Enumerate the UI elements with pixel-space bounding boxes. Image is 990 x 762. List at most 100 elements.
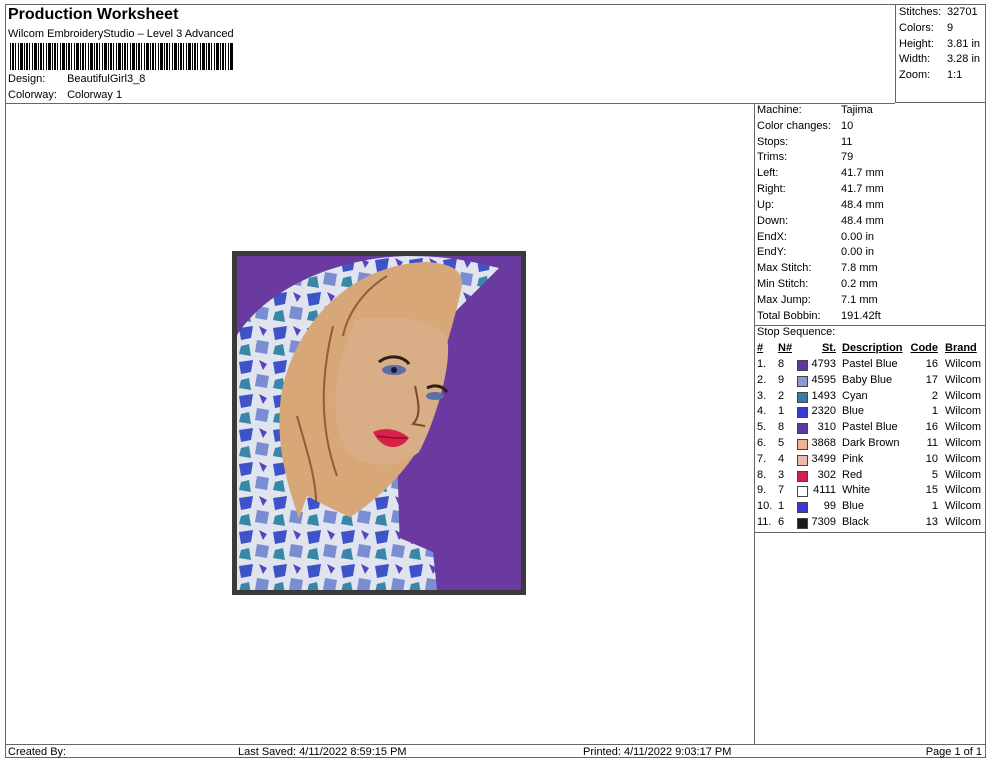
worksheet-header: Production Worksheet Wilcom EmbroiderySt… (6, 5, 895, 104)
machine-label: Right: (757, 183, 786, 195)
row-code: 11 (926, 437, 938, 449)
row-brand: Wilcom (945, 484, 982, 497)
color-swatch (797, 375, 808, 387)
row-brand: Wilcom (945, 358, 982, 370)
color-swatch (797, 486, 808, 498)
worksheet-footer: Created By: Last Saved: 4/11/2022 8:59:1… (6, 744, 985, 759)
machine-label: Left: (757, 167, 779, 179)
machine-row: Min Stitch: 0.2 mm (757, 278, 878, 290)
machine-label: Min Stitch: (757, 278, 809, 290)
row-num: 4. (757, 405, 767, 418)
row-stitches: 4793 (811, 358, 836, 370)
machine-row: Machine: Tajima (757, 104, 873, 116)
row-code: 10 (925, 452, 938, 465)
row-brand: Wilcom (945, 516, 982, 528)
stop-sequence-row: 7. 4 3499 Pink 10 Wilcom (754, 453, 985, 469)
color-swatch (797, 454, 808, 466)
machine-label: EndX: (757, 231, 787, 243)
row-num: 8. (757, 468, 767, 481)
summary-row: Colors: 9 (899, 22, 953, 34)
machine-row: Max Stitch: 7.8 mm (757, 262, 878, 274)
col-num: # (757, 342, 764, 354)
row-stitches: 7309 (811, 516, 836, 528)
software-name: Wilcom EmbroideryStudio – Level 3 Advanc… (8, 28, 234, 40)
printed-date: Printed: 4/11/2022 9:03:17 PM (583, 746, 732, 758)
summary-value: 1:1 (947, 69, 963, 81)
row-brand: Wilcom (945, 389, 982, 402)
stop-sequence-row: 9. 7 4111 White 15 Wilcom (754, 484, 985, 500)
row-brand: Wilcom (945, 452, 982, 465)
row-stitches: 3868 (811, 437, 836, 449)
col-stitches: St. (821, 342, 836, 354)
machine-value: 7.1 mm (841, 294, 878, 306)
color-swatch (797, 439, 808, 450)
worksheet-frame: Production Worksheet Wilcom EmbroiderySt… (5, 4, 986, 758)
row-stitches: 99 (823, 500, 836, 513)
stop-sequence-row: 8. 3 302 Red 5 Wilcom (754, 469, 985, 485)
color-swatch (797, 407, 808, 419)
summary-label: Colors: (899, 22, 934, 34)
summary-label: Width: (899, 53, 931, 65)
row-stitches: 1493 (811, 389, 836, 402)
row-num: 5. (757, 421, 767, 434)
row-stitches: 310 (817, 421, 836, 434)
design-preview-area (6, 103, 755, 744)
row-stitches: 3499 (811, 452, 836, 465)
row-brand: Wilcom (945, 437, 982, 449)
machine-value: 79 (841, 151, 854, 163)
summary-value: 9 (947, 22, 954, 34)
machine-value: 191.42ft (841, 310, 881, 322)
machine-row: Total Bobbin: 191.42ft (757, 310, 881, 322)
divider (754, 532, 985, 533)
col-code: Code (910, 342, 939, 354)
col-needle: N# (778, 342, 793, 354)
machine-row: Left: 41.7 mm (757, 167, 884, 179)
machine-value: 0.00 in (841, 246, 875, 258)
row-description: Blue (842, 405, 865, 418)
machine-value: 0.2 mm (841, 278, 878, 290)
barcode-image (10, 43, 234, 70)
row-needle: 9 (778, 373, 785, 386)
row-needle: 8 (778, 421, 785, 434)
row-code: 5 (931, 468, 938, 481)
row-needle: 1 (778, 405, 785, 418)
row-code: 17 (925, 373, 938, 386)
stop-sequence-row: 11. 6 7309 Black 13 Wilcom (754, 516, 985, 532)
col-description: Description (842, 342, 903, 354)
machine-label: Max Stitch: (757, 262, 812, 274)
row-code: 2 (931, 389, 938, 402)
row-needle: 5 (778, 437, 785, 449)
stop-sequence-title: Stop Sequence: (757, 326, 836, 338)
row-needle: 7 (778, 484, 785, 497)
machine-label: Max Jump: (757, 294, 811, 306)
row-num: 9. (757, 484, 767, 497)
row-needle: 3 (778, 468, 785, 481)
row-needle: 6 (778, 516, 785, 528)
machine-row: Trims: 79 (757, 151, 853, 163)
machine-label: Trims: (757, 151, 788, 163)
colorway-row: Colorway: Colorway 1 (8, 89, 122, 101)
summary-label: Stitches: (899, 6, 942, 18)
design-summary: Stitches: 32701 Colors: 9 Height: 3.81 in W… (895, 5, 985, 103)
row-description: Dark Brown (842, 437, 900, 449)
color-swatch (797, 423, 808, 435)
machine-label: Up: (757, 199, 775, 211)
last-saved: Last Saved: 4/11/2022 8:59:15 PM (238, 746, 407, 758)
embroidery-design-preview (232, 251, 526, 595)
summary-row: Width: 3.28 in (899, 53, 980, 65)
machine-value: 48.4 mm (841, 199, 884, 211)
machine-value: 7.8 mm (841, 262, 878, 274)
row-description: Cyan (842, 389, 868, 402)
summary-label: Zoom: (899, 69, 931, 81)
row-brand: Wilcom (945, 500, 982, 513)
color-swatch (797, 391, 808, 403)
col-brand: Brand (945, 342, 977, 354)
row-stitches: 4111 (813, 484, 836, 497)
machine-label: Stops: (757, 136, 789, 148)
row-needle: 8 (778, 358, 785, 370)
machine-label: Color changes: (757, 120, 831, 132)
embroidery-artwork (237, 256, 521, 590)
summary-label: Height: (899, 38, 934, 50)
stop-sequence-row: 4. 1 2320 Blue 1 Wilcom (754, 405, 985, 421)
row-description: Pastel Blue (842, 358, 898, 370)
